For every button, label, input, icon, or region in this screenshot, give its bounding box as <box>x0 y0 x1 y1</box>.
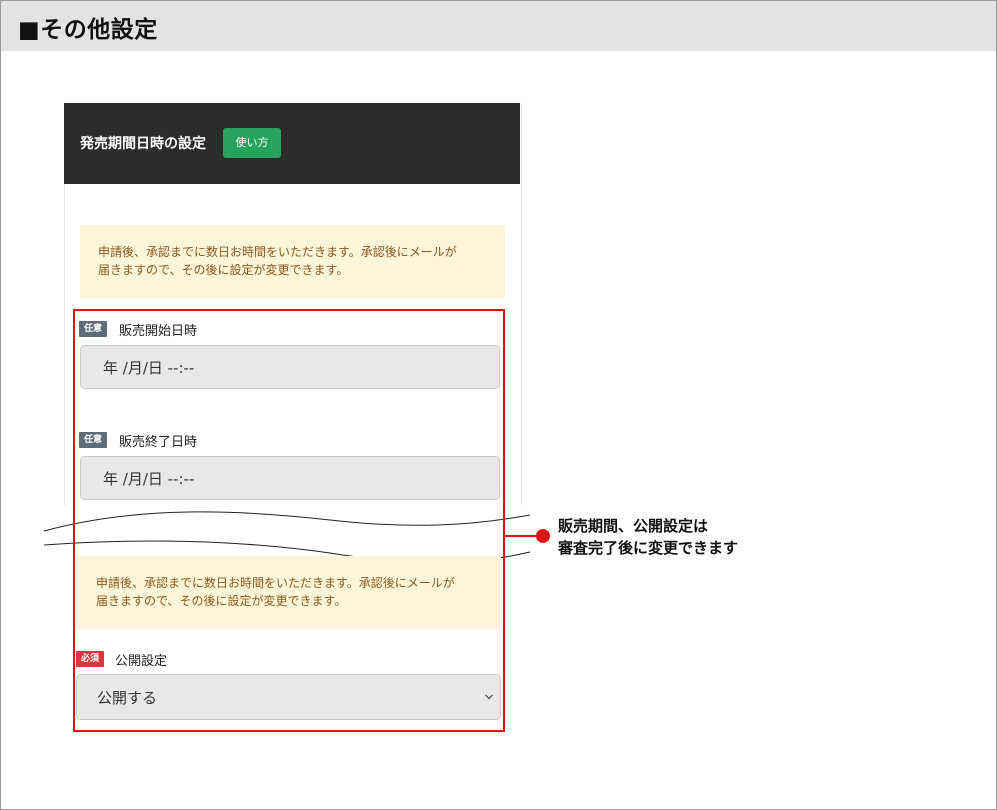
callout-line-2: 審査完了後に変更できます <box>558 539 739 557</box>
callout-connector <box>503 529 550 543</box>
callout-line-1: 販売期間、公開設定は <box>558 517 709 535</box>
callout-dot-icon <box>536 529 550 543</box>
callout-text: 販売期間、公開設定は 審査完了後に変更できます <box>558 515 738 559</box>
